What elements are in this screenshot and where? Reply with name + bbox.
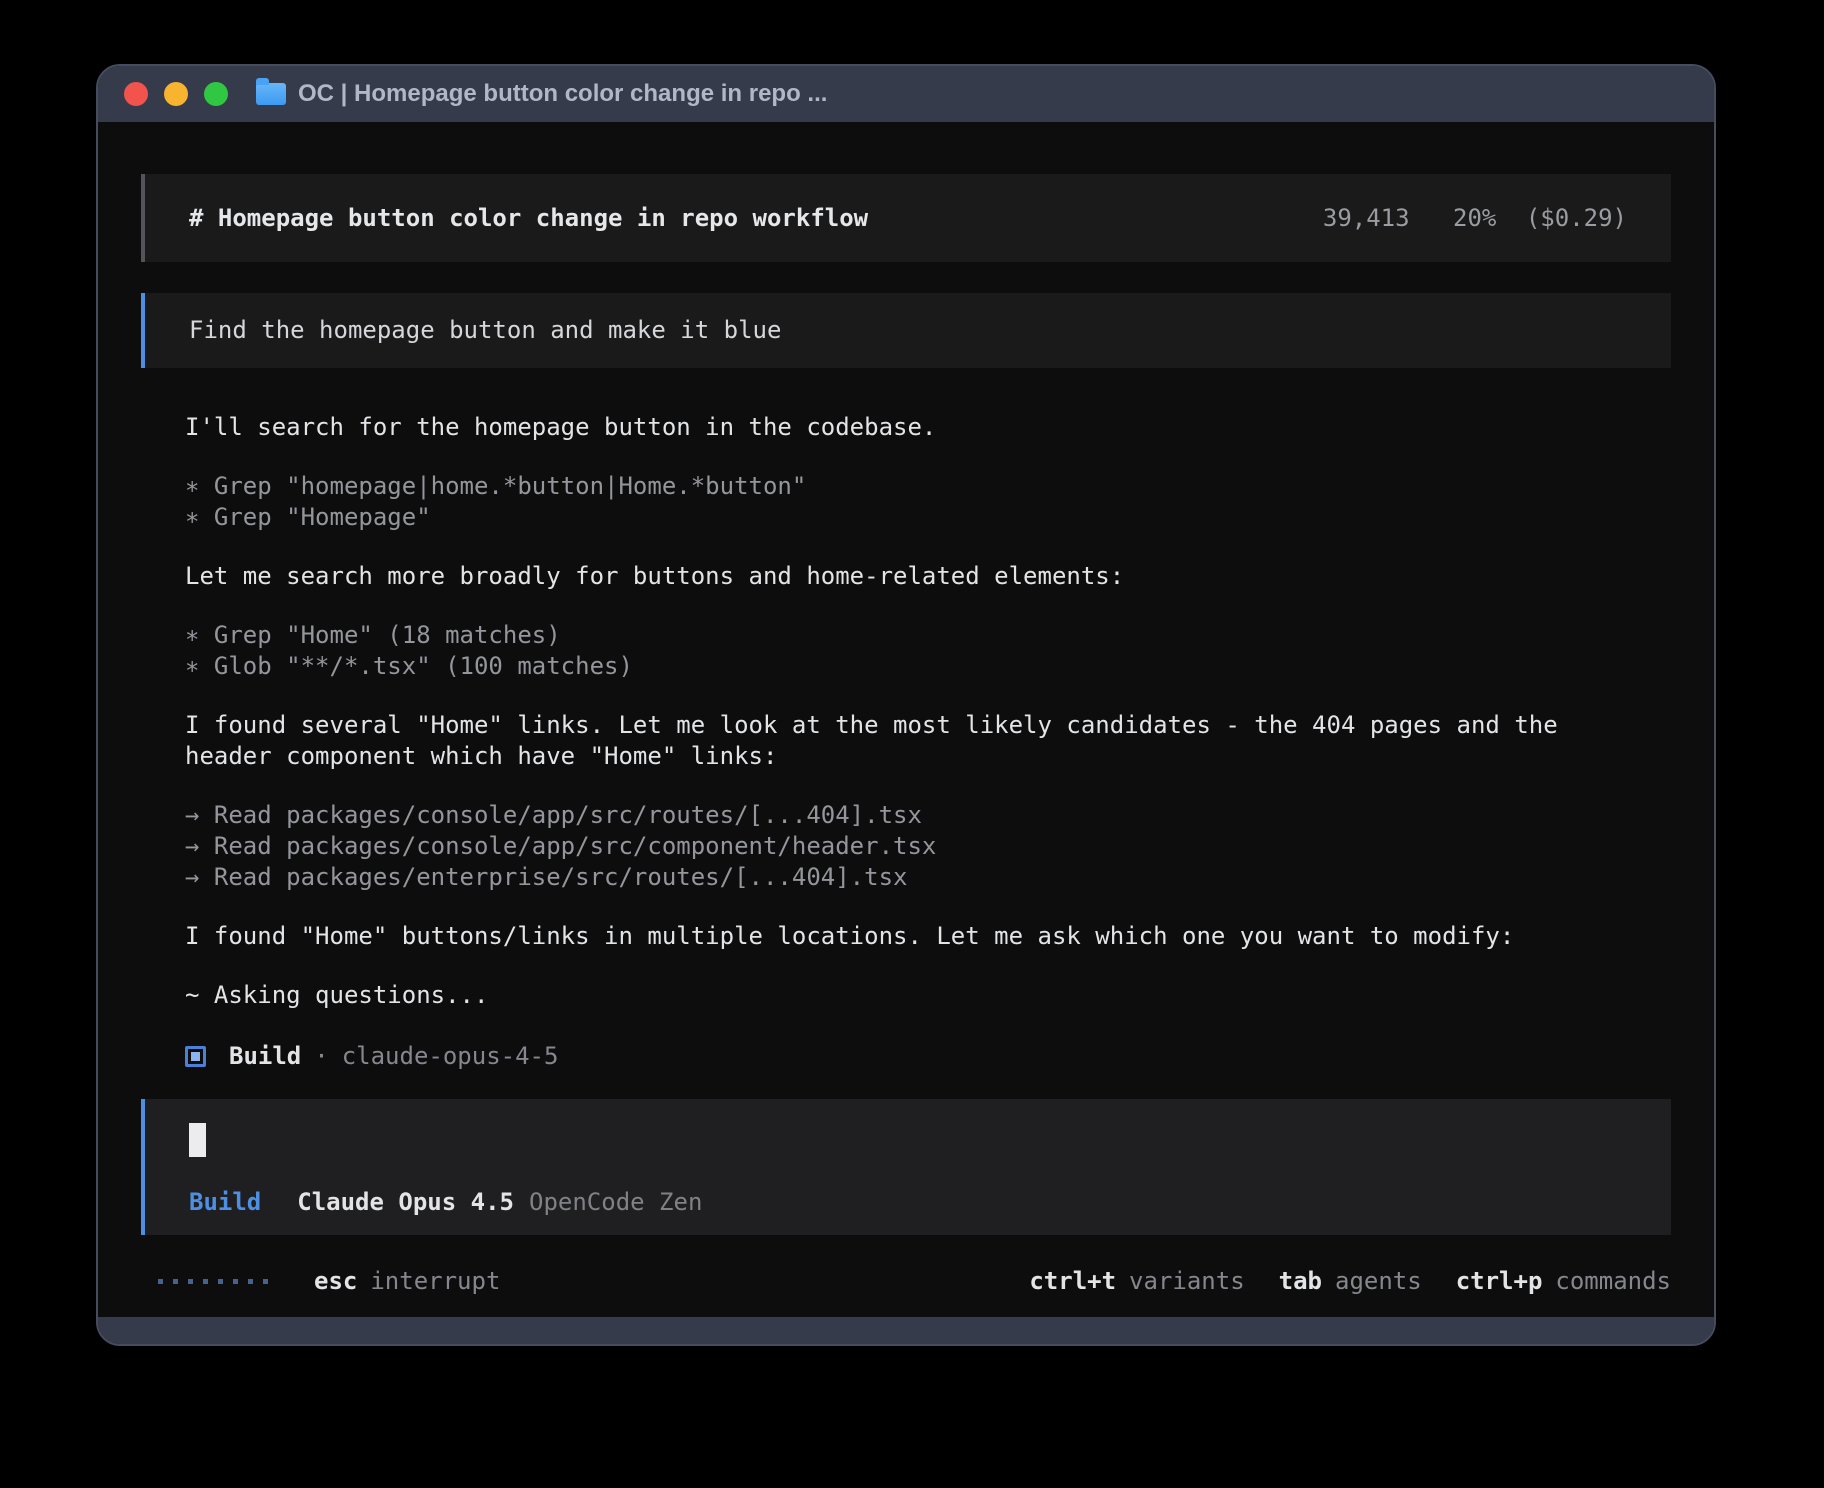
shortcut-commands: ctrl+p commands bbox=[1456, 1266, 1671, 1297]
tool-call-block: → Read packages/console/app/src/routes/[… bbox=[185, 800, 1627, 893]
assistant-text-block: I'll search for the homepage button in t… bbox=[185, 412, 1627, 443]
tool-call-block: ∗ Grep "Home" (18 matches) ∗ Glob "**/*.… bbox=[185, 620, 1627, 682]
shortcut-hints: ctrl+t variants tab agents ctrl+p comman… bbox=[1029, 1266, 1671, 1297]
esc-key-hint: esc bbox=[314, 1266, 357, 1297]
tool-call-line: ∗ Glob "**/*.tsx" (100 matches) bbox=[185, 651, 1627, 682]
terminal-window: OC | Homepage button color change in rep… bbox=[96, 64, 1716, 1346]
tool-call-block: ∗ Grep "homepage|home.*button|Home.*butt… bbox=[185, 471, 1627, 533]
assistant-text-block: Let me search more broadly for buttons a… bbox=[185, 561, 1627, 592]
tool-call-line: ∗ Grep "homepage|home.*button|Home.*butt… bbox=[185, 471, 1627, 502]
assistant-text-block: I found "Home" buttons/links in multiple… bbox=[185, 921, 1627, 952]
tool-call-line: → Read packages/enterprise/src/routes/[.… bbox=[185, 862, 1627, 893]
agent-row: Build · claude-opus-4-5 bbox=[141, 1039, 1671, 1073]
tool-call-line: → Read packages/console/app/src/componen… bbox=[185, 831, 1627, 862]
tool-call-line: ∗ Grep "Homepage" bbox=[185, 502, 1627, 533]
window-bottom-strip bbox=[98, 1317, 1714, 1344]
agent-model: claude-opus-4-5 bbox=[342, 1041, 559, 1072]
agent-name: Build bbox=[229, 1041, 301, 1072]
status-bar: esc interrupt ctrl+t variants tab agents… bbox=[141, 1266, 1671, 1297]
token-count: 39,413 bbox=[1323, 204, 1410, 232]
close-window-button[interactable] bbox=[124, 82, 148, 106]
zoom-window-button[interactable] bbox=[204, 82, 228, 106]
session-cost: ($0.29) bbox=[1526, 204, 1627, 232]
shortcut-agents: tab agents bbox=[1279, 1266, 1422, 1297]
tool-call-line: ∗ Grep "Home" (18 matches) bbox=[185, 620, 1627, 651]
esc-key-label: interrupt bbox=[370, 1266, 500, 1297]
assistant-message-line: Let me search more broadly for buttons a… bbox=[185, 561, 1627, 592]
shortcut-variants: ctrl+t variants bbox=[1029, 1266, 1244, 1297]
minimize-window-button[interactable] bbox=[164, 82, 188, 106]
user-message-text: Find the homepage button and make it blu… bbox=[189, 315, 781, 346]
input-model-label: Claude Opus 4.5 bbox=[297, 1187, 514, 1218]
input-provider-label: OpenCode Zen bbox=[529, 1187, 702, 1218]
spinner-dots-icon bbox=[158, 1279, 278, 1284]
session-header-panel: # Homepage button color change in repo w… bbox=[141, 174, 1671, 262]
context-percent: 20% bbox=[1453, 204, 1496, 232]
agent-build-icon bbox=[185, 1046, 206, 1067]
terminal-content: # Homepage button color change in repo w… bbox=[98, 122, 1714, 1317]
assistant-status-line: ~ Asking questions... bbox=[185, 980, 1627, 1011]
titlebar: OC | Homepage button color change in rep… bbox=[98, 66, 1714, 122]
assistant-text-block: I found several "Home" links. Let me loo… bbox=[185, 710, 1627, 772]
agent-separator: · bbox=[314, 1041, 328, 1072]
user-message-panel: Find the homepage button and make it blu… bbox=[141, 293, 1671, 368]
folder-icon bbox=[256, 83, 286, 105]
input-mode-row: Build Claude Opus 4.5 OpenCode Zen bbox=[189, 1187, 1627, 1218]
assistant-messages: I'll search for the homepage button in t… bbox=[141, 412, 1671, 1011]
assistant-message-line: I'll search for the homepage button in t… bbox=[185, 412, 1627, 443]
window-title: OC | Homepage button color change in rep… bbox=[298, 80, 827, 108]
assistant-status-block: ~ Asking questions... bbox=[185, 980, 1627, 1011]
session-stats: 39,413 20% ($0.29) bbox=[1323, 203, 1627, 234]
text-cursor bbox=[189, 1123, 206, 1157]
session-title: # Homepage button color change in repo w… bbox=[189, 203, 868, 234]
assistant-message-line: I found "Home" buttons/links in multiple… bbox=[185, 921, 1627, 952]
assistant-message-line: I found several "Home" links. Let me loo… bbox=[185, 710, 1627, 741]
prompt-input[interactable]: Build Claude Opus 4.5 OpenCode Zen bbox=[141, 1099, 1671, 1235]
tool-call-line: → Read packages/console/app/src/routes/[… bbox=[185, 800, 1627, 831]
input-mode-label: Build bbox=[189, 1187, 261, 1218]
assistant-message-line: header component which have "Home" links… bbox=[185, 741, 1627, 772]
